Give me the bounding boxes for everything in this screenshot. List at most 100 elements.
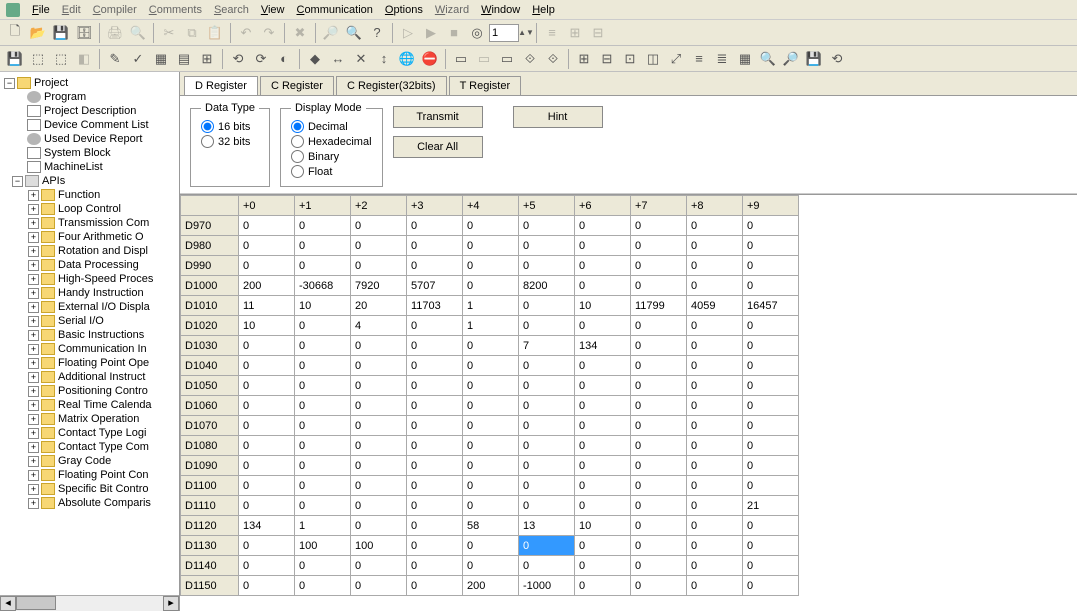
row-header[interactable]: D970 xyxy=(181,216,239,236)
grid-cell[interactable]: 0 xyxy=(743,316,799,336)
grid-cell[interactable]: 58 xyxy=(463,516,519,536)
t2-27-icon[interactable]: ◫ xyxy=(642,48,664,70)
grid-cell[interactable]: 0 xyxy=(519,356,575,376)
grid-cell[interactable]: 0 xyxy=(687,376,743,396)
grid-cell[interactable]: 0 xyxy=(743,396,799,416)
grid-cell[interactable]: 0 xyxy=(351,556,407,576)
new-icon[interactable]: 🗋 xyxy=(4,22,26,44)
grid-cell[interactable]: 0 xyxy=(295,236,351,256)
grid-cell[interactable]: 0 xyxy=(351,476,407,496)
api-item[interactable]: Loop Control xyxy=(58,203,121,215)
grid-cell[interactable]: 0 xyxy=(687,576,743,596)
grid-cell[interactable]: 0 xyxy=(463,376,519,396)
grid-cell[interactable]: 0 xyxy=(239,216,295,236)
col-header[interactable]: +6 xyxy=(575,196,631,216)
grid-cell[interactable]: 16457 xyxy=(743,296,799,316)
t2-31-icon[interactable]: ▦ xyxy=(734,48,756,70)
t2-6-icon[interactable]: ✓ xyxy=(127,48,149,70)
grid-cell[interactable]: 200 xyxy=(239,276,295,296)
expand-icon[interactable]: + xyxy=(28,344,39,355)
menu-edit[interactable]: Edit xyxy=(56,2,87,18)
col-header[interactable]: +7 xyxy=(631,196,687,216)
row-header[interactable]: D1090 xyxy=(181,456,239,476)
save-icon[interactable]: 💾 xyxy=(50,22,72,44)
displaymode-2-radio[interactable] xyxy=(291,150,304,163)
expand-icon[interactable]: + xyxy=(28,428,39,439)
t2-3-icon[interactable]: ⬚ xyxy=(50,48,72,70)
t2-5-icon[interactable]: ✎ xyxy=(104,48,126,70)
expand-icon[interactable]: + xyxy=(28,372,39,383)
api-item[interactable]: Transmission Com xyxy=(58,217,149,229)
datatype-1-radio[interactable] xyxy=(201,135,214,148)
tab-c-register-32bits-[interactable]: C Register(32bits) xyxy=(336,76,447,95)
grid-cell[interactable]: 0 xyxy=(687,236,743,256)
menu-help[interactable]: Help xyxy=(526,2,561,18)
tree-item[interactable]: System Block xyxy=(44,147,111,159)
t2-19-icon[interactable]: ▭ xyxy=(450,48,472,70)
grid-cell[interactable]: 0 xyxy=(743,276,799,296)
grid-cell[interactable]: 0 xyxy=(407,556,463,576)
grid-cell[interactable]: 0 xyxy=(407,516,463,536)
grid-cell[interactable]: 0 xyxy=(743,456,799,476)
grid-cell[interactable]: 0 xyxy=(407,256,463,276)
t2-26-icon[interactable]: ⊡ xyxy=(619,48,641,70)
expand-icon[interactable]: + xyxy=(28,498,39,509)
grid-cell[interactable]: 0 xyxy=(239,496,295,516)
expand-icon[interactable]: + xyxy=(28,246,39,257)
col-header[interactable]: +9 xyxy=(743,196,799,216)
api-item[interactable]: Contact Type Logi xyxy=(58,427,146,439)
menu-file[interactable]: File xyxy=(26,2,56,18)
t2-1-icon[interactable]: 💾 xyxy=(4,48,26,70)
tree-item[interactable]: MachineList xyxy=(44,161,103,173)
expand-icon[interactable]: + xyxy=(28,456,39,467)
expand-icon[interactable]: + xyxy=(28,358,39,369)
grid-cell[interactable]: 0 xyxy=(631,276,687,296)
col-header[interactable]: +1 xyxy=(295,196,351,216)
tree-root-label[interactable]: Project xyxy=(34,77,68,89)
grid-cell[interactable]: 0 xyxy=(463,456,519,476)
grid-cell[interactable]: 0 xyxy=(295,496,351,516)
row-header[interactable]: D980 xyxy=(181,236,239,256)
grid-cell[interactable]: 0 xyxy=(687,436,743,456)
grid-cell[interactable]: 0 xyxy=(295,376,351,396)
grid-cell[interactable]: 0 xyxy=(631,336,687,356)
api-item[interactable]: Data Processing xyxy=(58,259,139,271)
grid-cell[interactable]: 0 xyxy=(407,456,463,476)
expand-icon[interactable]: + xyxy=(28,400,39,411)
grid-cell[interactable]: 10 xyxy=(239,316,295,336)
grid-cell[interactable]: 0 xyxy=(743,436,799,456)
grid-cell[interactable]: 0 xyxy=(519,216,575,236)
grid-cell[interactable]: 0 xyxy=(743,216,799,236)
grid-cell[interactable]: 0 xyxy=(575,496,631,516)
grid-cell[interactable]: 0 xyxy=(519,236,575,256)
menu-communication[interactable]: Communication xyxy=(290,2,378,18)
t2-15-icon[interactable]: ✕ xyxy=(350,48,372,70)
scroll-right-icon[interactable]: ▸ xyxy=(163,596,179,611)
grid-cell[interactable]: 0 xyxy=(631,476,687,496)
grid-cell[interactable]: 0 xyxy=(407,216,463,236)
grid-cell[interactable]: 0 xyxy=(351,256,407,276)
grid-cell[interactable]: 0 xyxy=(463,216,519,236)
grid-cell[interactable]: -1000 xyxy=(519,576,575,596)
t2-7-icon[interactable]: ▦ xyxy=(150,48,172,70)
clear-all-button[interactable]: Clear All xyxy=(393,136,483,158)
grid-cell[interactable]: 0 xyxy=(239,476,295,496)
grid-cell[interactable]: 0 xyxy=(351,396,407,416)
displaymode-3-radio[interactable] xyxy=(291,165,304,178)
grid-cell[interactable]: 0 xyxy=(295,256,351,276)
grid-cell[interactable]: 0 xyxy=(407,496,463,516)
api-item[interactable]: Floating Point Con xyxy=(58,469,149,481)
grid-cell[interactable]: 0 xyxy=(687,396,743,416)
grid-cell[interactable]: 0 xyxy=(519,456,575,476)
grid-cell[interactable]: 0 xyxy=(687,256,743,276)
menu-search[interactable]: Search xyxy=(208,2,255,18)
api-item[interactable]: Real Time Calenda xyxy=(58,399,152,411)
grid-cell[interactable]: 0 xyxy=(239,356,295,376)
grid-cell[interactable]: 0 xyxy=(519,396,575,416)
grid-cell[interactable]: 0 xyxy=(575,396,631,416)
t2-25-icon[interactable]: ⊟ xyxy=(596,48,618,70)
grid-cell[interactable]: 0 xyxy=(239,436,295,456)
api-item[interactable]: Gray Code xyxy=(58,455,111,467)
grid-cell[interactable]: 0 xyxy=(351,336,407,356)
grid-cell[interactable]: 1 xyxy=(463,296,519,316)
